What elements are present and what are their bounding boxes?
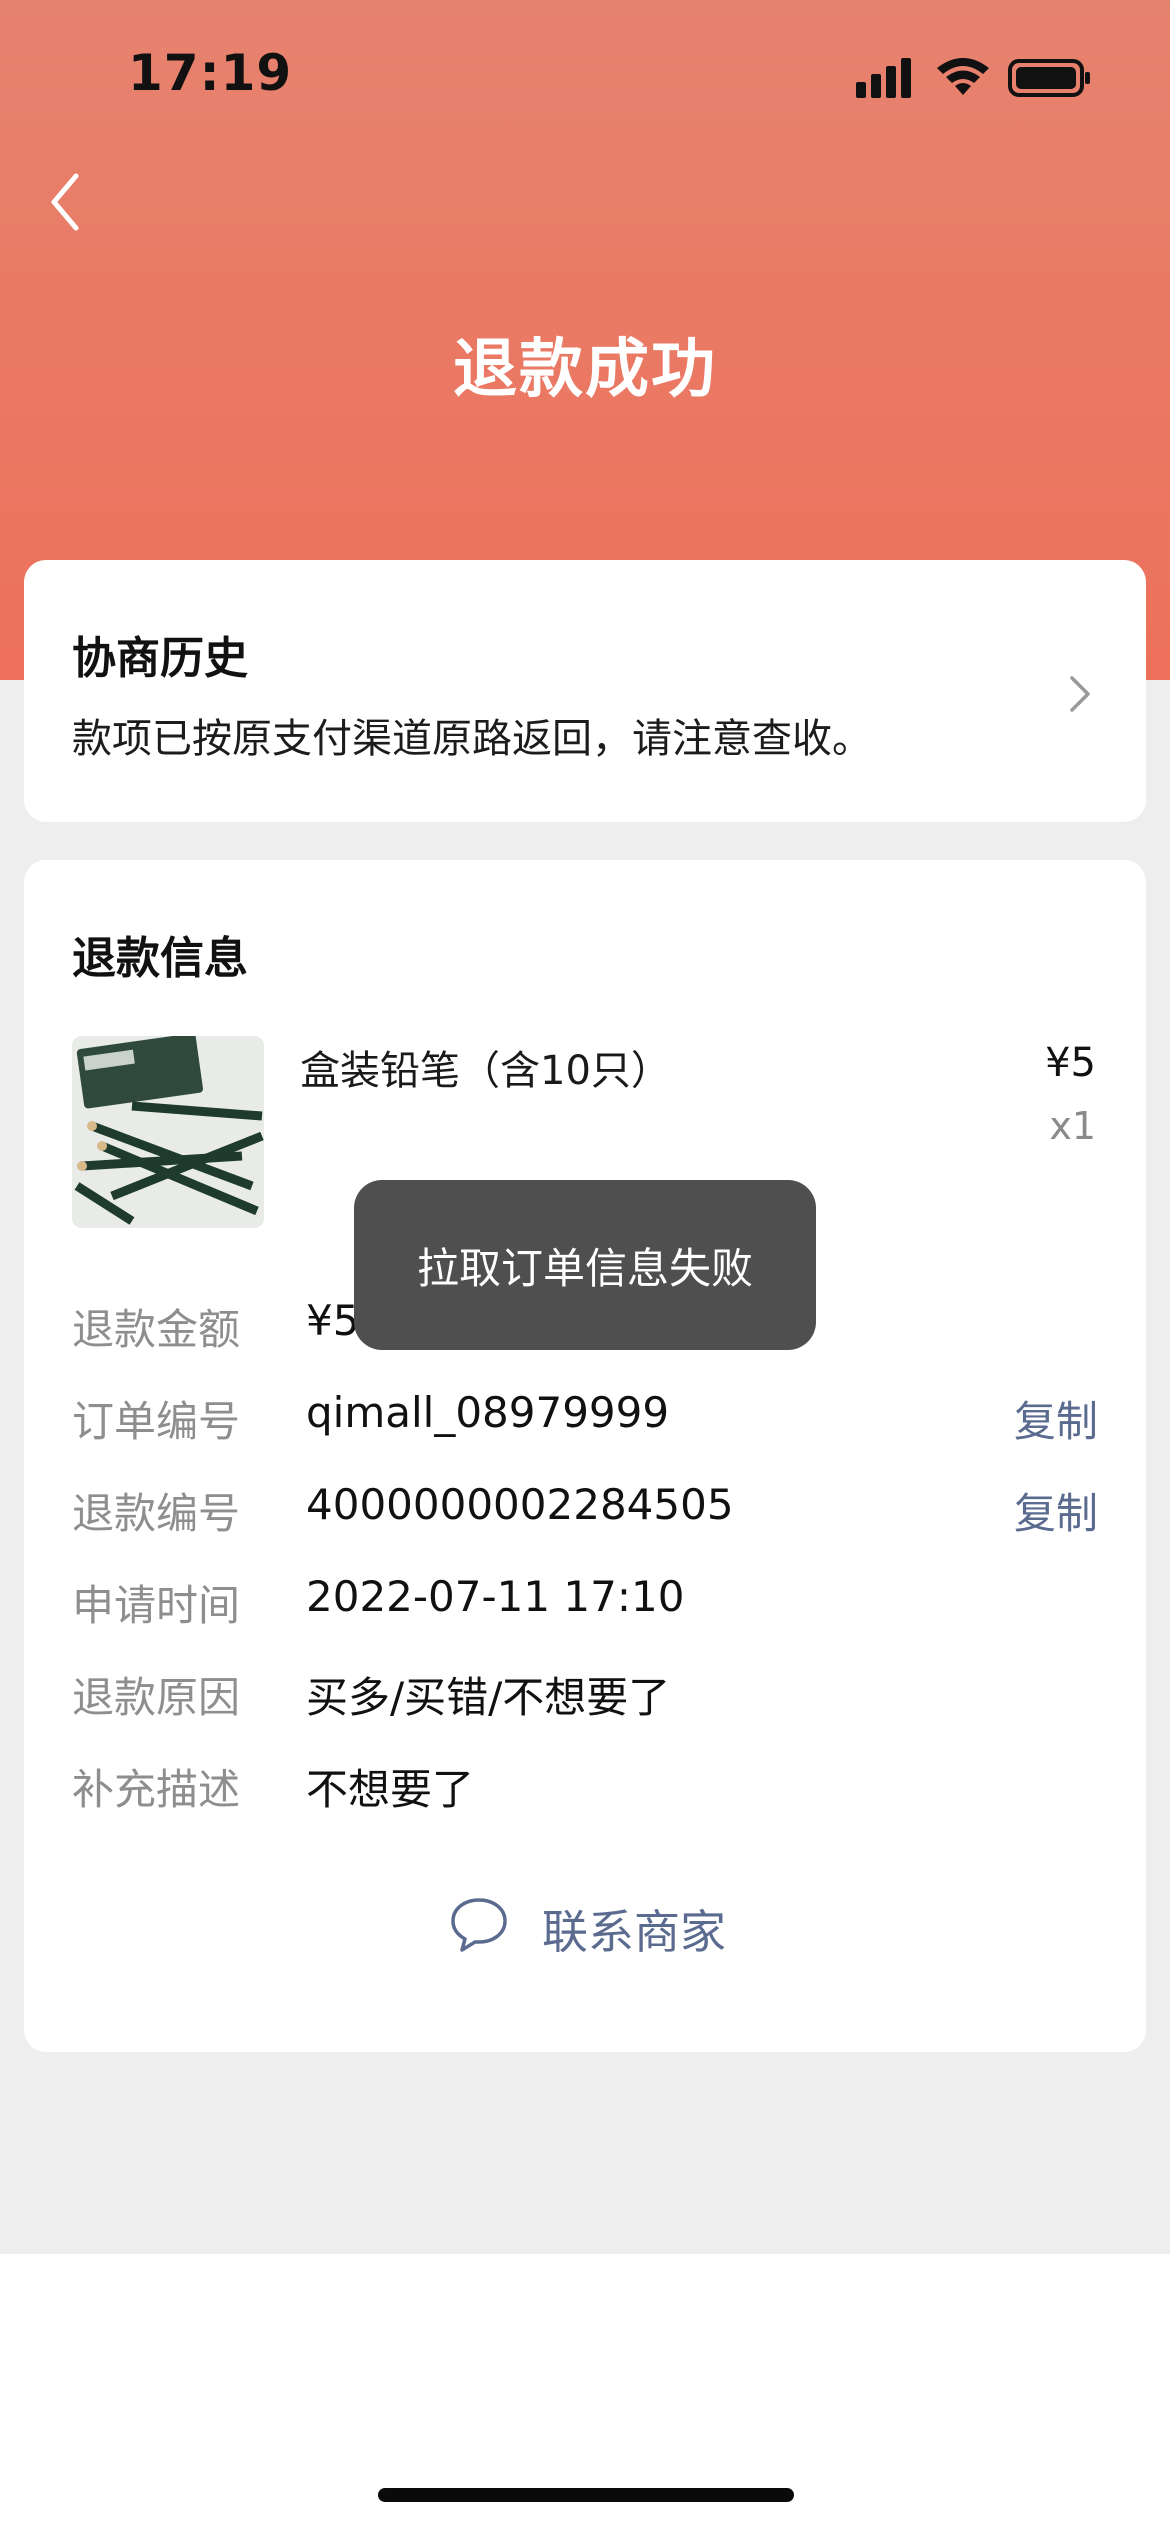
refund-info-card: 退款信息 盒装铅笔（含10只） ¥5 x1 退款金额 ¥5 订单编号 qimal… — [24, 860, 1146, 2052]
chevron-right-icon — [1070, 676, 1090, 712]
info-row-order-number: 订单编号 qimall_08979999 复制 — [72, 1388, 1098, 1448]
contact-merchant-label: 联系商家 — [542, 1905, 726, 1959]
status-bar: 17:19 — [0, 0, 1170, 150]
refund-info-title: 退款信息 — [72, 933, 248, 984]
row-label: 申请时间 — [72, 1581, 241, 1630]
chat-bubble-icon — [451, 1898, 507, 1952]
battery-icon — [1008, 59, 1090, 97]
row-value: 2022-07-11 17:10 — [306, 1572, 685, 1621]
product-price: ¥5 — [1045, 1040, 1096, 1086]
row-value: ¥5 — [306, 1296, 360, 1345]
copy-refund-number-button[interactable]: 复制 — [1014, 1480, 1098, 1541]
row-label: 退款金额 — [72, 1305, 241, 1354]
home-indicator[interactable] — [378, 2488, 794, 2502]
history-title: 协商历史 — [72, 633, 248, 684]
signal-icon — [856, 58, 911, 98]
info-row-apply-time: 申请时间 2022-07-11 17:10 — [72, 1572, 1098, 1632]
status-time: 17:19 — [128, 44, 293, 102]
info-row-refund-number: 退款编号 4000000002284505 复制 — [72, 1480, 1098, 1540]
info-row-description: 补充描述 不想要了 — [72, 1756, 1098, 1816]
info-row-refund-reason: 退款原因 买多/买错/不想要了 — [72, 1664, 1098, 1724]
product-name: 盒装铅笔（含10只） — [300, 1048, 671, 1094]
wifi-icon — [937, 58, 989, 95]
negotiation-history-card[interactable]: 协商历史 款项已按原支付渠道原路返回，请注意查收。 — [24, 560, 1146, 822]
toast-message: 拉取订单信息失败 — [354, 1180, 816, 1350]
history-description: 款项已按原支付渠道原路返回，请注意查收。 — [72, 716, 872, 762]
copy-order-number-button[interactable]: 复制 — [1014, 1388, 1098, 1449]
row-value: 买多/买错/不想要了 — [306, 1673, 671, 1722]
row-label: 退款编号 — [72, 1489, 241, 1538]
row-label: 补充描述 — [72, 1765, 241, 1814]
row-label: 退款原因 — [72, 1673, 241, 1722]
row-value: 4000000002284505 — [306, 1480, 734, 1529]
pencils-image — [72, 1036, 264, 1228]
contact-merchant-button[interactable]: 联系商家 — [24, 1888, 1146, 1968]
product-quantity: x1 — [1049, 1104, 1096, 1148]
row-label: 订单编号 — [72, 1397, 241, 1446]
toast-text: 拉取订单信息失败 — [416, 1243, 753, 1293]
back-icon[interactable] — [40, 166, 92, 238]
page-title: 退款成功 — [453, 333, 717, 407]
row-value: qimall_08979999 — [306, 1388, 670, 1437]
row-value: 不想要了 — [306, 1765, 475, 1814]
product-thumbnail — [72, 1036, 264, 1228]
